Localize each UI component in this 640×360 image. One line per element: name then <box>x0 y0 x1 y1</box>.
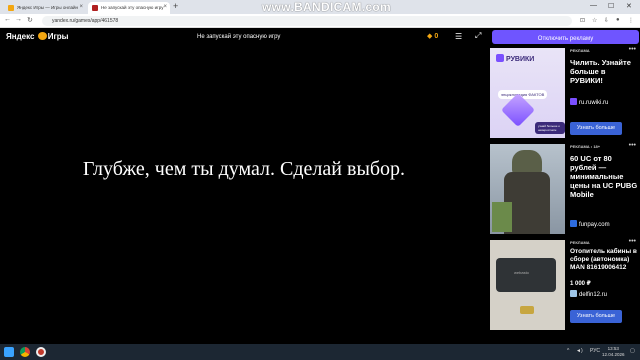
learn-more-button[interactable]: Узнать больше <box>570 310 622 323</box>
chrome-taskbar-icon[interactable] <box>20 347 30 357</box>
ad-image[interactable]: РУВИКИ энциклопедия ФАКТОВ узнай больше … <box>490 48 565 138</box>
ruviki-favicon-icon <box>570 98 577 105</box>
ad-domain[interactable]: ru.ruwiki.ru <box>570 98 608 106</box>
bandicam-taskbar-icon[interactable] <box>36 347 46 357</box>
tab-game[interactable]: Не запускай эту опасную игру × <box>88 2 170 14</box>
logo-text: Яндекс <box>6 32 35 41</box>
ad-title[interactable]: Чилить. Узнайте больше в РУВИКИ! <box>570 58 638 85</box>
ad-image-pill: узнай больше о невероятном <box>535 122 565 134</box>
logo-text-games: Игры <box>47 32 69 41</box>
close-tab-icon[interactable]: × <box>163 4 167 10</box>
game-canvas[interactable]: Глубже, чем ты думал. Сделай выбор. <box>0 46 488 344</box>
ad-title[interactable]: 60 UC от 80 рублей — минимальные цены на… <box>570 154 638 199</box>
ad-label: РЕКЛАМА <box>570 48 590 53</box>
back-icon[interactable]: ← <box>4 16 11 23</box>
ad-options-icon[interactable]: ••• <box>629 142 636 149</box>
coins-balance[interactable]: ◆ 0 <box>427 32 438 40</box>
recording-watermark: www.BANDICAM.com <box>262 0 392 14</box>
tab-yandex-games[interactable]: Яндекс Игры — Игры онлайн × <box>4 2 86 14</box>
ad-domain-text: delfin12.ru <box>579 292 608 298</box>
coins-count: 0 <box>434 33 439 40</box>
forward-icon[interactable]: → <box>15 16 22 23</box>
url-field[interactable]: yandex.ru/games/app/461578 <box>42 16 572 26</box>
menu-icon[interactable]: ☰ <box>455 32 462 41</box>
clock-date: 12.04.2026 <box>602 352 625 357</box>
disable-ads-button[interactable]: Отключить рекламу <box>492 30 639 44</box>
address-bar-row: ← → ↻ yandex.ru/games/app/461578 ⊡ ☆ ⇩ ●… <box>0 14 640 28</box>
keyboard-language[interactable]: РУС <box>590 348 600 354</box>
ad-domain[interactable]: funpay.com <box>570 220 610 228</box>
tab-label: Яндекс Игры — Игры онлайн <box>17 5 78 10</box>
notifications-icon[interactable]: ▢ <box>630 348 635 354</box>
taskbar-clock[interactable]: 13:53 12.04.2026 <box>602 346 625 358</box>
minimize-icon[interactable]: — <box>590 2 597 9</box>
ad-options-icon[interactable]: ••• <box>629 46 636 53</box>
ad-domain-text: funpay.com <box>579 222 610 228</box>
ad-sidebar: РУВИКИ энциклопедия ФАКТОВ узнай больше … <box>488 46 640 344</box>
close-tab-icon[interactable]: × <box>79 4 83 10</box>
money-stack <box>492 202 512 232</box>
start-button-icon[interactable] <box>4 347 14 357</box>
game-narration-text: Глубже, чем ты думал. Сделай выбор. <box>82 158 406 180</box>
delfin-favicon-icon <box>570 290 577 297</box>
ad-title[interactable]: Отопитель кабины в сборе (автономка) MAN… <box>570 248 638 272</box>
ad-card-ruviki[interactable]: РУВИКИ энциклопедия ФАКТОВ узнай больше … <box>490 46 640 140</box>
ad-options-icon[interactable]: ••• <box>629 238 636 245</box>
ad-price: 1 000 ₽ <box>570 281 591 287</box>
install-icon[interactable]: ⊡ <box>580 17 585 24</box>
game-favicon-icon <box>92 5 98 11</box>
ad-label: РЕКЛАМА <box>570 240 590 245</box>
bookmark-star-icon[interactable]: ☆ <box>592 17 597 24</box>
ruviki-brand-text: РУВИКИ <box>506 56 535 63</box>
ad-card-funpay[interactable]: РЕКЛАМА • 18+ ••• 60 UC от 80 рублей — м… <box>490 142 640 236</box>
heater-brand-text: webasto <box>514 270 529 275</box>
play-logo-icon <box>37 32 47 40</box>
maximize-icon[interactable]: ☐ <box>608 2 614 10</box>
funpay-favicon-icon <box>570 220 577 227</box>
ruviki-logo-icon <box>496 54 504 62</box>
game-title: Не запускай эту опасную игру <box>197 34 281 40</box>
ad-image[interactable] <box>490 144 565 234</box>
taskbar: ^ ◄) РУС 13:53 12.04.2026 ▢ <box>0 344 640 360</box>
close-window-icon[interactable]: ✕ <box>626 2 632 10</box>
yandex-games-logo[interactable]: Яндекс Игры <box>6 32 69 41</box>
speaker-icon[interactable]: ◄) <box>576 348 583 354</box>
ad-domain-text: ru.ruwiki.ru <box>579 100 609 106</box>
ad-label: РЕКЛАМА • 18+ <box>570 144 601 149</box>
tab-label: Не запускай эту опасную игру <box>101 5 164 10</box>
browser-tab-strip: Яндекс Игры — Игры онлайн × Не запускай … <box>0 0 640 14</box>
reload-icon[interactable]: ↻ <box>27 16 33 24</box>
ad-card-delfin[interactable]: webasto РЕКЛАМА ••• Отопитель кабины в с… <box>490 238 640 332</box>
fullscreen-icon[interactable]: ⤢ <box>475 31 481 41</box>
helmet-figure <box>512 150 542 174</box>
yandex-games-favicon-icon <box>8 5 14 11</box>
ad-domain[interactable]: delfin12.ru <box>570 290 607 298</box>
tray-arrow-icon[interactable]: ^ <box>567 348 569 354</box>
new-tab-button[interactable]: + <box>173 1 178 11</box>
profile-icon[interactable]: ● <box>616 17 620 23</box>
ad-image[interactable]: webasto <box>490 240 565 330</box>
browser-menu-icon[interactable]: ⋮ <box>628 17 634 24</box>
learn-more-button[interactable]: Узнать больше <box>570 122 622 135</box>
url-text: yandex.ru/games/app/461578 <box>52 18 119 24</box>
heater-unit: webasto <box>496 258 556 292</box>
downloads-icon[interactable]: ⇩ <box>604 17 609 24</box>
heater-part <box>520 306 534 314</box>
ruviki-brand: РУВИКИ <box>496 54 534 63</box>
